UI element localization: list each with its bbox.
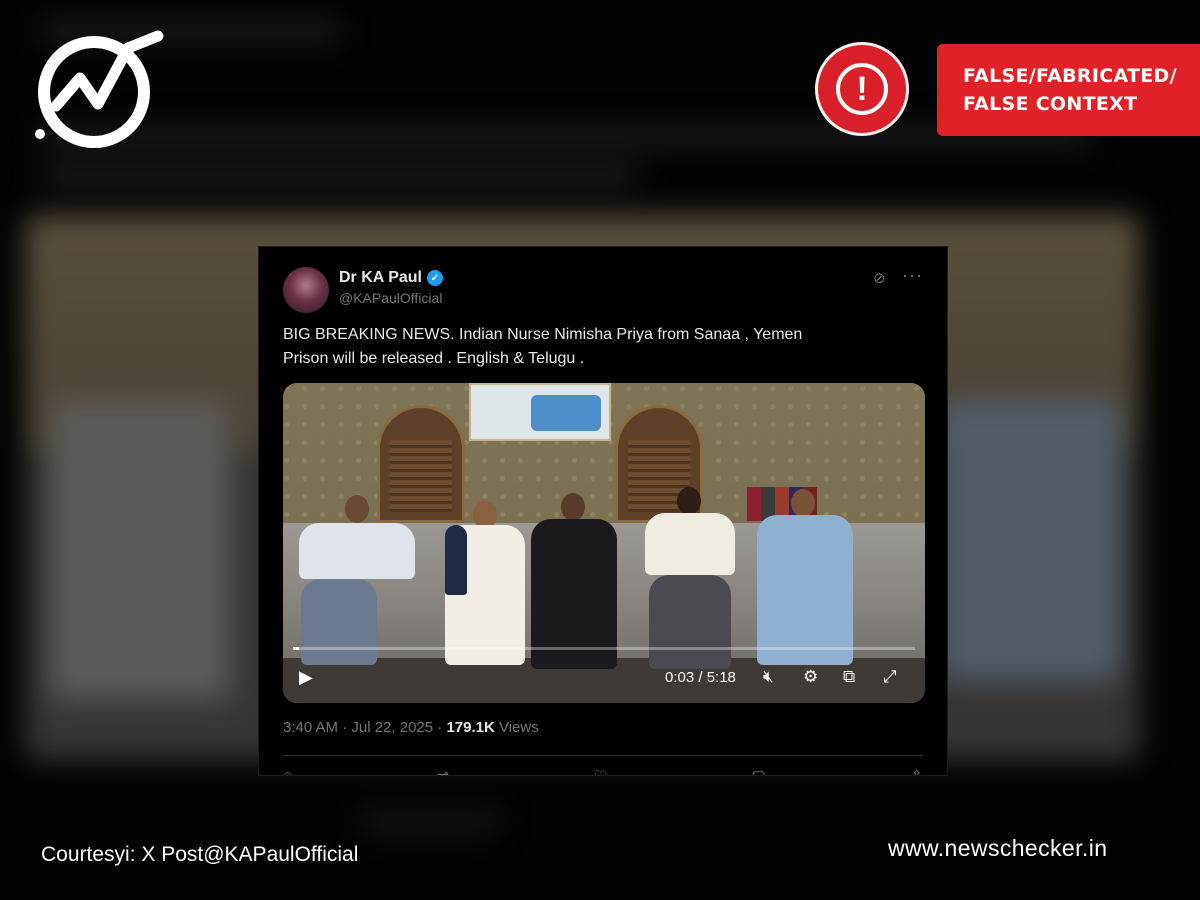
author-handle[interactable]: @KAPaulOfficial [339,290,442,306]
grok-icon[interactable]: ⊘ [873,269,886,287]
video-player[interactable]: ▶ 0:03 / 5:18 🔇︎ ⚙ ⧉ ⤢ [283,383,925,703]
video-progress-bar[interactable] [293,647,915,650]
bookmark-icon[interactable]: ▢ [752,767,766,775]
verdict-line-1: FALSE/FABRICATED/ [963,65,1177,87]
tweet-meta: 3:40 AM · Jul 22, 2025 · 179.1K Views [283,719,539,736]
tweet-timestamp[interactable]: 3:40 AM · Jul 22, 2025 · [283,719,446,736]
video-progress-fill [293,647,300,650]
person [299,523,415,579]
retweet-icon[interactable]: ⇄ [437,767,450,775]
exclamation-icon: ! [815,42,909,136]
arched-window [377,405,465,523]
mute-icon[interactable]: 🔇︎ [763,667,774,687]
wall-map [469,383,611,441]
video-time: 0:03 / 5:18 [665,669,736,686]
tweet-card: Dr KA Paul ✓ @KAPaulOfficial ⊘ ··· BIG B… [258,246,948,776]
person [645,513,735,575]
tweet-text: BIG BREAKING NEWS. Indian Nurse Nimisha … [283,323,923,371]
avatar[interactable] [283,267,329,313]
tweet-actions: ○ ⇄ ♡ ▢ ⇪ [283,767,923,775]
divider [283,755,923,756]
fullscreen-icon[interactable]: ⤢ [883,667,897,687]
person [757,515,853,665]
views-label: Views [494,719,539,736]
courtesy-credit: Courtesyi: X Post@KAPaulOfficial [41,843,359,866]
tweet-text-line-1: BIG BREAKING NEWS. Indian Nurse Nimisha … [283,326,803,343]
views-count: 179.1K [446,719,495,736]
more-icon[interactable]: ··· [902,265,923,286]
newschecker-logo [35,30,164,148]
tweet-text-line-2: Prison will be released . English & Telu… [283,350,585,367]
picture-in-picture-icon[interactable]: ⧉ [843,667,855,687]
site-url[interactable]: www.newschecker.in [888,835,1107,862]
verdict-line-2: FALSE CONTEXT [963,93,1138,115]
reply-icon[interactable]: ○ [283,767,292,775]
like-icon[interactable]: ♡ [594,767,607,775]
verified-badge-icon: ✓ [426,270,443,286]
play-icon[interactable]: ▶ [299,667,313,688]
verdict-banner: FALSE/FABRICATED/ FALSE CONTEXT [937,44,1200,136]
settings-icon[interactable]: ⚙ [803,667,818,687]
share-icon[interactable]: ⇪ [910,767,923,775]
author-name[interactable]: Dr KA Paul [339,269,422,287]
author-row: Dr KA Paul ✓ [339,269,443,287]
